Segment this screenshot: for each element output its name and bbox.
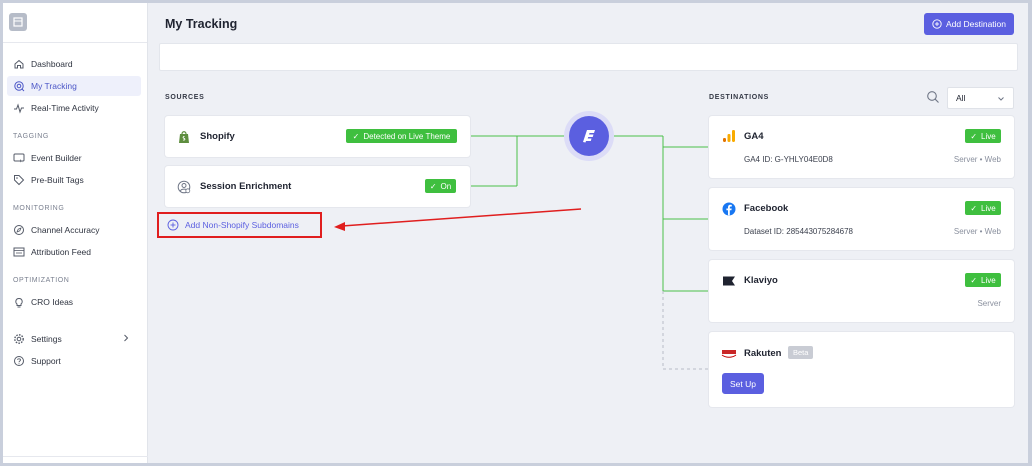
destination-meta: Server • Web (953, 227, 1001, 236)
destination-meta: Server • Web (953, 155, 1001, 164)
plus-circle-icon (167, 219, 179, 231)
status-badge: ✓ Live (965, 129, 1001, 143)
hub-logo-icon (569, 116, 609, 156)
facebook-icon (722, 202, 736, 216)
check-icon: ✓ (970, 131, 978, 141)
destination-id: Dataset ID: 285443075284678 (744, 227, 853, 236)
user-circle-icon (177, 180, 191, 194)
source-card-shopify[interactable]: Shopify ✓ Detected on Live Theme (165, 116, 470, 157)
check-icon: ✓ (429, 181, 437, 191)
status-badge-text: Live (981, 275, 996, 285)
filter-value: All (956, 93, 966, 103)
shopify-icon (179, 131, 189, 143)
destination-name: GA4 (744, 131, 764, 142)
status-badge-text: Detected on Live Theme (363, 131, 451, 141)
sources-label: SOURCES (165, 94, 205, 101)
check-icon: ✓ (352, 131, 360, 141)
destination-meta: Server (977, 299, 1001, 308)
destination-card-ga4[interactable]: GA4 ✓ Live GA4 ID: G-YHLY04E0D8 Server • … (709, 116, 1014, 178)
search-icon[interactable] (926, 90, 940, 104)
status-badge: ✓ Live (965, 201, 1001, 215)
status-badge-text: Live (981, 203, 996, 213)
add-subdomains-label: Add Non-Shopify Subdomains (185, 220, 299, 230)
klaviyo-icon (723, 276, 735, 286)
destination-id: GA4 ID: G-YHLY04E0D8 (744, 155, 833, 164)
check-icon: ✓ (970, 203, 978, 213)
rakuten-icon (721, 350, 737, 358)
status-badge-text: Live (981, 131, 996, 141)
chevron-down-icon (998, 97, 1004, 101)
status-badge: ✓ Detected on Live Theme (346, 129, 457, 143)
source-card-session-enrichment[interactable]: Session Enrichment ✓ On (165, 166, 470, 207)
destination-card-facebook[interactable]: Facebook ✓ Live Dataset ID: 2854430752846… (709, 188, 1014, 250)
destination-name: Klaviyo (744, 275, 778, 286)
source-name: Shopify (200, 131, 235, 142)
destinations-label: DESTINATIONS (709, 94, 769, 101)
add-non-shopify-subdomains-link[interactable]: Add Non-Shopify Subdomains (157, 212, 322, 238)
status-badge: ✓ Live (965, 273, 1001, 287)
status-badge-text: On (440, 181, 452, 191)
ga4-icon (723, 130, 735, 142)
destination-filter-select[interactable]: All (947, 87, 1014, 109)
tracking-hub (564, 111, 614, 161)
status-badge: ✓ On (425, 179, 456, 193)
destination-card-rakuten[interactable]: Rakuten Beta (709, 332, 1014, 407)
destination-name: Rakuten (744, 348, 782, 359)
destination-name: Facebook (744, 203, 789, 214)
beta-badge: Beta (788, 346, 814, 359)
check-icon: ✓ (970, 275, 978, 285)
source-name: Session Enrichment (200, 181, 292, 192)
destination-card-klaviyo[interactable]: Klaviyo ✓ Live Server (709, 260, 1014, 322)
set-up-button[interactable]: Set Up (722, 373, 764, 394)
